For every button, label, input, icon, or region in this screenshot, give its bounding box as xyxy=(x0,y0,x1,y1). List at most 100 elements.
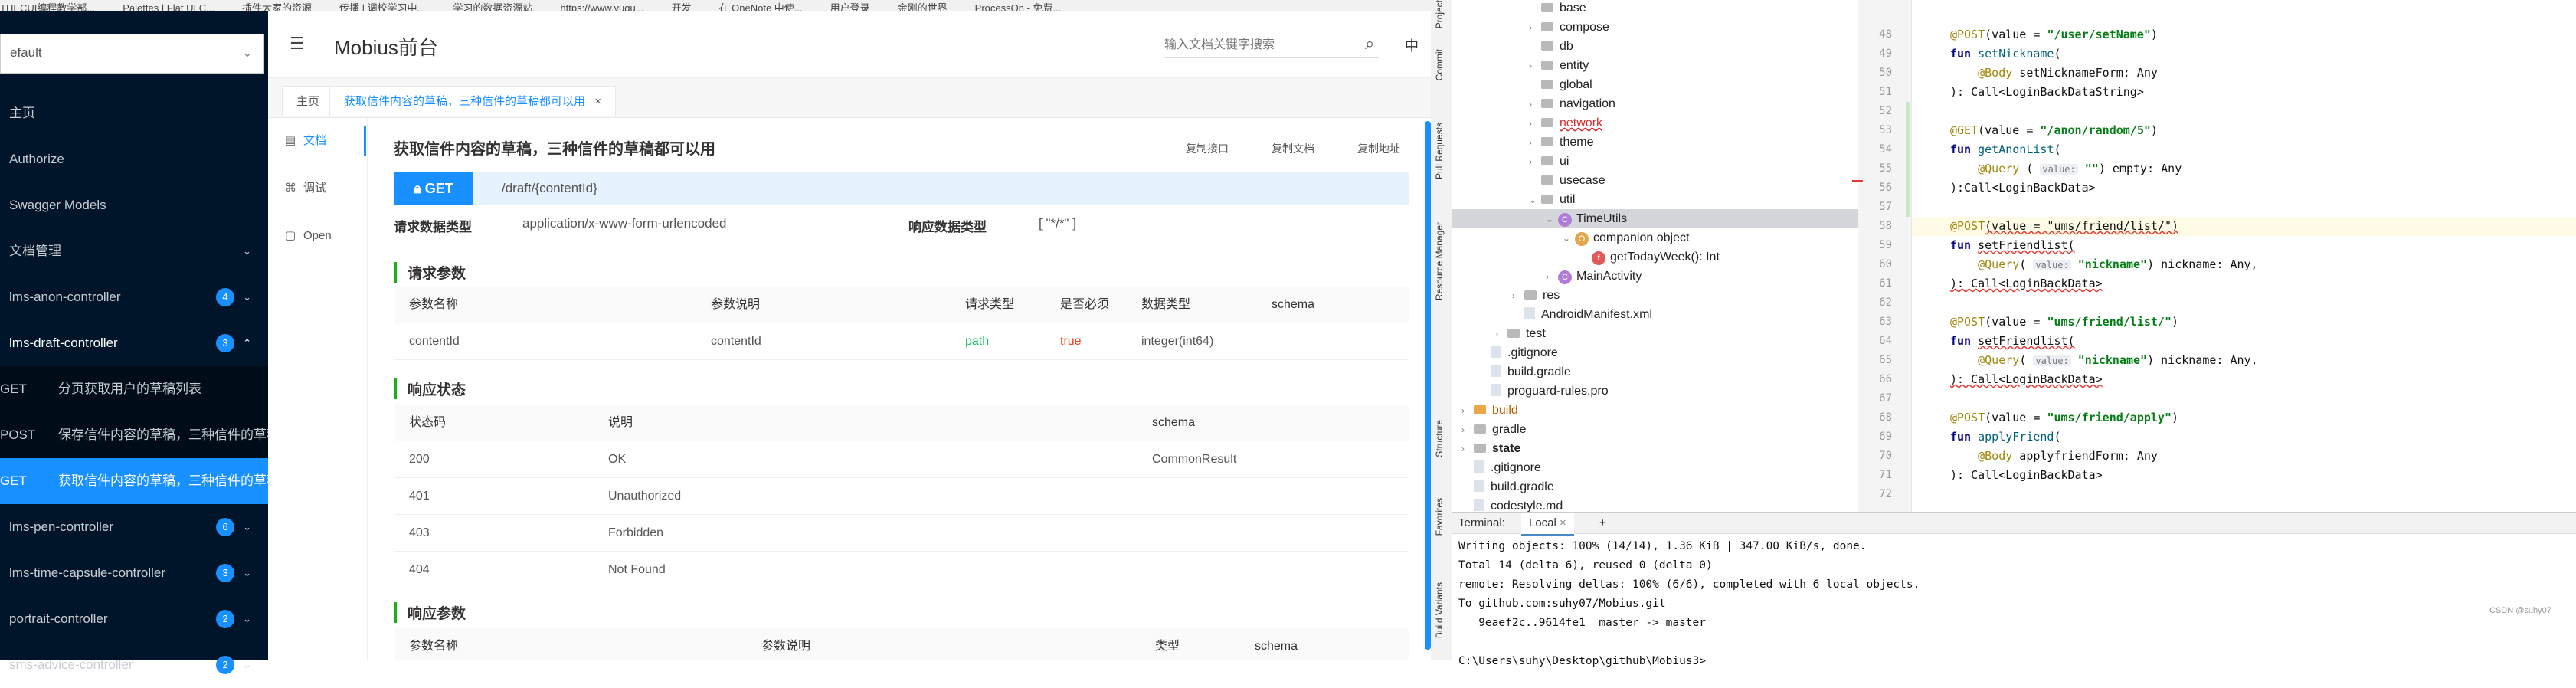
folder-icon xyxy=(1541,137,1553,146)
tree-node[interactable]: › test xyxy=(1452,324,1858,343)
side-tool-tab[interactable]: Build Variants xyxy=(1434,582,1445,638)
tab-close-icon[interactable]: × xyxy=(594,95,601,108)
left-nav-item[interactable]: ▢ Open xyxy=(268,221,366,251)
tab-close-icon[interactable]: × xyxy=(1560,516,1566,529)
tree-node[interactable]: usecase xyxy=(1452,171,1858,190)
sidebar-item[interactable]: lms-time-capsule-controller 3 ⌄ xyxy=(0,550,268,596)
tree-node[interactable]: .gitignore xyxy=(1452,343,1858,362)
bookmark-item[interactable]: 插件大家的资源 xyxy=(242,0,312,11)
terminal-panel: Terminal: Local × + CSDN @suhy07 Writing… xyxy=(1452,512,2576,667)
sidebar-item[interactable]: 文档管理 ⌄ xyxy=(0,228,268,274)
tree-node[interactable]: proguard-rules.pro xyxy=(1452,382,1858,401)
bookmark-item[interactable]: 金刚的世界 xyxy=(898,0,948,11)
sidebar-item[interactable]: 主页 xyxy=(0,90,268,136)
tree-node[interactable]: codestyle.md xyxy=(1452,496,1858,512)
sidebar-item[interactable]: lms-draft-controller 3 ⌃ xyxy=(0,320,268,366)
tree-node[interactable]: › state xyxy=(1452,439,1858,458)
folder-icon xyxy=(1541,99,1553,108)
folder-icon xyxy=(1541,41,1553,51)
method-badge: 🔒︎ GET xyxy=(394,172,473,205)
bookmark-item[interactable]: 传播 | 调校学习中... xyxy=(339,0,425,11)
sidebar-item[interactable]: lms-anon-controller 4 ⌄ xyxy=(0,274,268,320)
left-nav-item[interactable]: ▤ 文档 xyxy=(268,126,366,156)
tab-home[interactable]: 主页 xyxy=(282,86,335,116)
tree-node[interactable]: db xyxy=(1452,37,1858,56)
sidebar-subitem[interactable]: GET 分页获取用户的草稿列表 xyxy=(0,366,268,412)
tree-node[interactable]: ⌄ util xyxy=(1452,190,1858,209)
side-tool-tab[interactable]: Project xyxy=(1434,0,1445,28)
code-token: "nickname" xyxy=(2070,257,2148,271)
file-icon xyxy=(1491,365,1501,377)
tree-node[interactable]: .gitignore xyxy=(1452,458,1858,477)
sidebar-item[interactable]: Swagger Models xyxy=(0,182,268,228)
tree-node-label: build.gradle xyxy=(1491,480,1554,493)
copy-interface-button[interactable]: 复制接口 xyxy=(1186,141,1229,156)
tree-node-label: state xyxy=(1492,442,1521,455)
tree-node[interactable]: › entity xyxy=(1452,56,1858,75)
tree-node[interactable]: › navigation xyxy=(1452,94,1858,113)
add-terminal-button[interactable]: + xyxy=(1599,513,1606,534)
tree-node[interactable]: › compose xyxy=(1452,18,1858,37)
side-tool-tab[interactable]: Structure xyxy=(1434,420,1445,457)
left-nav-item[interactable]: ⌘ 调试 xyxy=(268,173,366,204)
tree-node[interactable]: global xyxy=(1452,75,1858,94)
tree-node[interactable]: f getTodayWeek(): Int xyxy=(1452,247,1858,267)
project-tree: base › compose db › entity global › navigation › n… xyxy=(1452,0,1858,512)
line-number: 67 xyxy=(1879,392,1892,405)
tree-node[interactable]: build.gradle xyxy=(1452,477,1858,496)
tree-node[interactable]: build.gradle xyxy=(1452,362,1858,382)
side-tool-tab[interactable]: Pull Requests xyxy=(1434,123,1445,179)
ide-tool-strip: Project Commit Pull Requests Resource Manag… xyxy=(1431,0,1452,660)
tree-node[interactable]: base xyxy=(1452,0,1858,18)
sidebar-item-label: Authorize xyxy=(9,152,64,166)
tree-node[interactable]: › theme xyxy=(1452,133,1858,152)
terminal-tab-local[interactable]: Local × xyxy=(1521,513,1574,536)
sidebar-item[interactable]: sms-advice-controller 2 ⌄ xyxy=(0,642,268,688)
tree-node[interactable]: › ui xyxy=(1452,152,1858,171)
bookmark-item[interactable]: 学习的数据资源站 xyxy=(453,0,532,11)
bookmarks-bar: THECUI编程教学部... Palettes | Flat UI C... 插件大… xyxy=(0,0,1431,11)
bookmark-item[interactable]: 用户登录 xyxy=(830,0,870,11)
sidebar-subitem[interactable]: POST 保存信件内容的草稿，三种信件的草稿都可以用 xyxy=(0,412,268,458)
bookmark-item[interactable]: Palettes | Flat UI C... xyxy=(123,2,214,11)
tree-node[interactable]: › res xyxy=(1452,286,1858,305)
sidebar-item[interactable]: lms-pen-controller 6 ⌄ xyxy=(0,504,268,550)
menu-fold-icon[interactable]: ☰ xyxy=(290,34,305,54)
tree-node[interactable]: › network xyxy=(1452,113,1858,133)
side-tool-tab[interactable]: Resource Manager xyxy=(1434,222,1445,300)
code-line: @POST(value = "ums/friend/apply") xyxy=(1950,408,2178,428)
bookmark-item[interactable]: ProcessOn - 免费... xyxy=(975,0,1062,11)
tree-node[interactable]: › build xyxy=(1452,401,1858,420)
copy-url-button[interactable]: 复制地址 xyxy=(1357,141,1400,156)
sidebar-item[interactable]: portrait-controller 2 ⌄ xyxy=(0,596,268,642)
main-scrollbar[interactable] xyxy=(1425,121,1431,650)
line-number: 48 xyxy=(1879,28,1892,41)
column-header: 状态码 xyxy=(409,416,447,429)
method-label: POST xyxy=(0,428,36,442)
tab-active[interactable]: 获取信件内容的草稿，三种信件的草稿都可以用 × xyxy=(329,86,616,116)
count-badge: 3 xyxy=(216,334,234,352)
bookmark-item[interactable]: https://www.yuqu... xyxy=(560,2,643,11)
bookmark-item[interactable]: 在 OneNote 中使... xyxy=(719,0,803,11)
bookmark-item[interactable]: THECUI编程教学部... xyxy=(0,0,95,11)
search-input[interactable] xyxy=(1164,32,1379,58)
tree-node[interactable]: › gradle xyxy=(1452,420,1858,439)
tree-node[interactable]: ⌄ C TimeUtils xyxy=(1452,209,1858,228)
language-switch[interactable]: 中 xyxy=(1405,35,1419,55)
tree-node[interactable]: › C MainActivity xyxy=(1452,267,1858,286)
side-tool-tab[interactable]: Favorites xyxy=(1434,498,1445,536)
code-editor[interactable]: @POST(value = "/user/setName") fun setNic… xyxy=(1912,0,2576,512)
tree-node[interactable]: ⌄ Ocompanion object xyxy=(1452,228,1858,247)
tree-node[interactable]: AndroidManifest.xml xyxy=(1452,305,1858,324)
line-number: 65 xyxy=(1879,354,1892,366)
copy-doc-button[interactable]: 复制文档 xyxy=(1272,141,1314,156)
group-select[interactable]: efault ⌄ xyxy=(0,34,264,74)
bookmark-item[interactable]: 开发 xyxy=(672,0,692,11)
side-tool-tab[interactable]: Commit xyxy=(1434,49,1445,80)
search-icon[interactable]: ⌕ xyxy=(1365,34,1374,54)
sidebar-item[interactable]: Authorize xyxy=(0,136,268,182)
resp-status-title: 响应状态 xyxy=(394,378,466,399)
sidebar-subitem[interactable]: GET 获取信件内容的草稿，三种信件的草稿都可以用 xyxy=(0,458,268,504)
folder-icon xyxy=(1541,22,1553,31)
